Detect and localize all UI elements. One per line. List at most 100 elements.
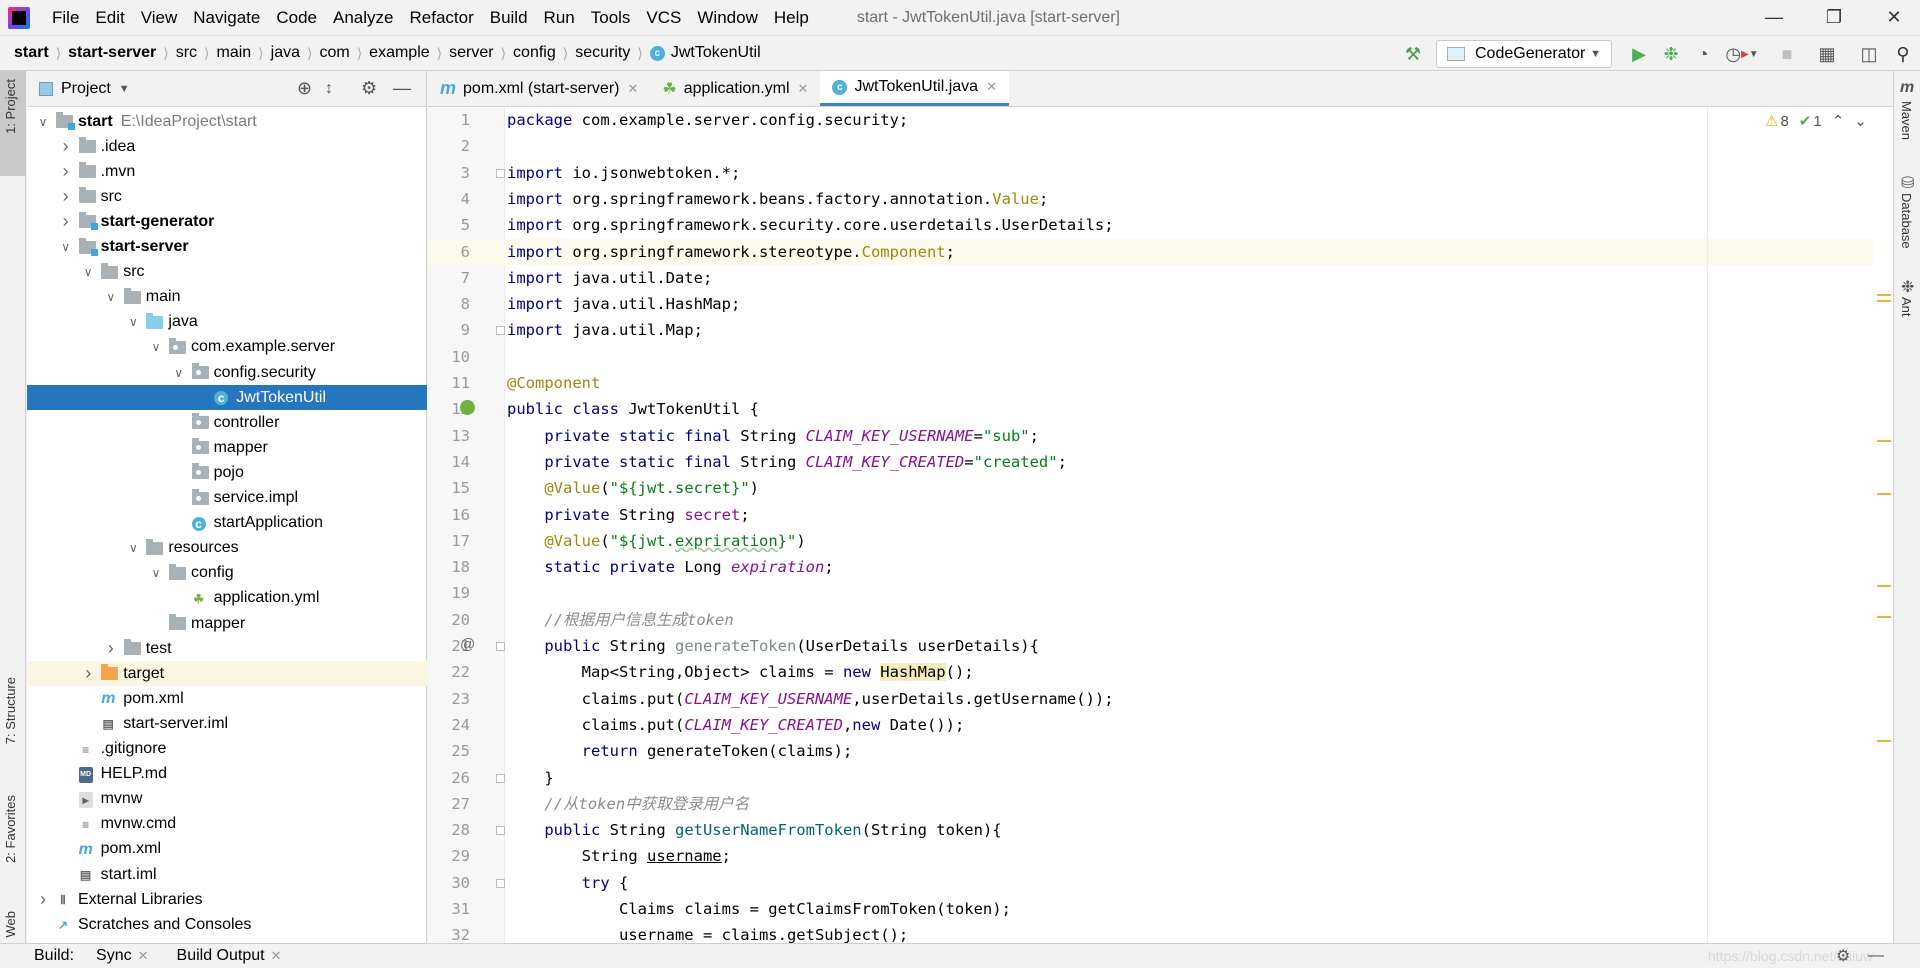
chevron-down-icon[interactable]: ∨ — [127, 541, 139, 555]
breadcrumb-item[interactable]: example ⟩ — [369, 44, 449, 62]
code-line[interactable]: 16 private String secret; — [428, 502, 1874, 528]
close-tab-icon[interactable]: ✕ — [627, 81, 638, 97]
tab-pom-xml[interactable]: m pom.xml (start-server) ✕ — [428, 71, 650, 106]
chevron-right-icon[interactable]: › — [82, 663, 94, 684]
code-line[interactable]: 8 import java.util.HashMap; — [428, 291, 1874, 317]
chevron-right-icon[interactable]: › — [60, 136, 72, 157]
build-hammer-icon[interactable]: ⚒ — [1400, 41, 1426, 67]
code-line[interactable]: 17 @Value("${jwt.expriration}") — [428, 528, 1874, 554]
tree-item[interactable]: c startApplication — [27, 511, 427, 536]
tree-item[interactable]: c JwtTokenUtil — [27, 385, 427, 411]
tab-application-yml[interactable]: ☘ application.yml ✕ — [650, 71, 820, 106]
tree-item[interactable]: ∨ resources — [27, 536, 427, 561]
menu-refactor[interactable]: Refactor — [401, 8, 481, 28]
tree-item[interactable]: pojo — [27, 460, 427, 485]
tree-item[interactable]: › .idea — [27, 134, 427, 159]
menu-edit[interactable]: Edit — [87, 8, 132, 28]
code-line[interactable]: 13 private static final String CLAIM_KEY… — [428, 423, 1874, 449]
chevron-down-icon[interactable]: ∨ — [150, 340, 162, 354]
minimize-button[interactable]: — — [1744, 0, 1804, 35]
chevron-down-icon[interactable]: ∨ — [105, 290, 117, 304]
project-tool-label[interactable]: 1: Project — [3, 79, 18, 134]
chevron-down-icon[interactable]: ∨ — [127, 315, 139, 329]
code-line[interactable]: 24 claims.put(CLAIM_KEY_CREATED,new Date… — [428, 712, 1874, 738]
warning-stripe-mark[interactable] — [1877, 493, 1891, 495]
database-tool-label[interactable]: Database — [1899, 193, 1914, 249]
tree-item[interactable]: ∨ config.security — [27, 360, 427, 385]
run-configuration-select[interactable]: CodeGenerator ▼ — [1436, 40, 1612, 68]
breadcrumb-item[interactable]: src ⟩ — [176, 44, 217, 62]
tree-item[interactable]: › .mvn — [27, 159, 427, 184]
chevron-down-icon[interactable]: ∨ — [37, 115, 49, 129]
code-line[interactable]: 2 — [428, 133, 1874, 159]
code-line[interactable]: 26 } — [428, 765, 1874, 791]
fold-marker-icon[interactable] — [496, 642, 505, 651]
tree-item[interactable]: ▸ mvnw — [27, 787, 427, 812]
debug-bug-icon[interactable]: ❉ — [1658, 41, 1684, 67]
code-line[interactable]: 20 //根据用户信息生成token — [428, 607, 1874, 633]
gear-icon[interactable]: ⚙ — [1836, 946, 1850, 966]
code-line[interactable]: 22 Map<String,Object> claims = new HashM… — [428, 659, 1874, 685]
previous-highlight-icon[interactable]: ⌃ — [1832, 112, 1845, 130]
code-line[interactable]: 11 @Component — [428, 370, 1874, 396]
chevron-right-icon[interactable]: › — [60, 211, 72, 232]
code-line[interactable]: 18 static private Long expiration; — [428, 554, 1874, 580]
menu-run[interactable]: Run — [536, 8, 583, 28]
tree-item[interactable]: MD HELP.md — [27, 762, 427, 787]
stop-icon[interactable]: ■ — [1774, 41, 1800, 67]
ant-tool-label[interactable]: Ant — [1899, 297, 1914, 317]
tree-item[interactable]: mapper — [27, 611, 427, 636]
warning-stripe-mark[interactable] — [1877, 300, 1891, 302]
tree-item[interactable]: ▤ start.iml — [27, 862, 427, 887]
run-with-coverage-icon[interactable]: ◔ — [1690, 41, 1716, 67]
run-icon[interactable]: ▶ — [1626, 41, 1652, 67]
breadcrumb-item[interactable]: config ⟩ — [513, 44, 575, 62]
code-line[interactable]: 14 private static final String CLAIM_KEY… — [428, 449, 1874, 475]
code-line[interactable]: 32 username = claims.getSubject(); — [428, 922, 1874, 943]
tree-item[interactable]: mapper — [27, 435, 427, 460]
fold-marker-icon[interactable] — [496, 326, 505, 336]
close-tab-icon[interactable]: ✕ — [798, 81, 809, 97]
web-tool-label[interactable]: Web — [3, 911, 18, 938]
close-button[interactable]: ✕ — [1864, 0, 1920, 35]
chevron-right-icon[interactable]: › — [105, 638, 117, 659]
menu-file[interactable]: File — [44, 8, 87, 28]
code-line[interactable]: 1 package com.example.server.config.secur… — [428, 107, 1874, 133]
collapse-all-icon[interactable]: ↕ — [325, 80, 333, 98]
favorites-tool-label[interactable]: 2: Favorites — [3, 795, 18, 863]
menu-tools[interactable]: Tools — [583, 8, 639, 28]
tree-item[interactable]: ∨ java — [27, 310, 427, 335]
close-icon[interactable]: ✕ — [271, 948, 282, 964]
code-line[interactable]: 21 public String generateToken(UserDetai… — [428, 633, 1874, 659]
menu-analyze[interactable]: Analyze — [325, 8, 401, 28]
tab-build-output[interactable]: Build Output — [177, 947, 265, 965]
warning-stripe-mark[interactable] — [1877, 616, 1891, 618]
code-line[interactable]: 31 Claims claims = getClaimsFromToken(to… — [428, 896, 1874, 922]
breadcrumb-item[interactable]: c JwtTokenUtil — [649, 44, 761, 62]
breadcrumb-item[interactable]: server ⟩ — [449, 44, 513, 62]
warning-stripe-mark[interactable] — [1877, 294, 1891, 296]
chevron-right-icon[interactable]: › — [60, 161, 72, 182]
tree-item[interactable]: ↗ Scratches and Consoles — [27, 912, 427, 937]
chevron-right-icon[interactable]: › — [37, 889, 49, 910]
tree-item[interactable]: ∨ start E:\IdeaProject\start — [27, 109, 427, 134]
tree-item[interactable]: ≡ .gitignore — [27, 737, 427, 762]
chevron-down-icon[interactable]: ▼ — [119, 83, 130, 95]
code-line[interactable]: 28 public String getUserNameFromToken(St… — [428, 817, 1874, 843]
warning-stripe-mark[interactable] — [1877, 440, 1891, 442]
inspection-widget[interactable]: ⚠ 8 ✔ 1 ⌃ ⌄ — [1765, 112, 1867, 131]
search-icon[interactable]: ⚲ — [1890, 41, 1916, 67]
error-stripe[interactable] — [1874, 107, 1893, 943]
code-line[interactable]: 15 @Value("${jwt.secret}") — [428, 475, 1874, 501]
tree-item[interactable]: ∨ com.example.server — [27, 335, 427, 360]
tab-jwttokenutil-java[interactable]: c JwtTokenUtil.java ✕ — [820, 71, 1009, 106]
code-editor[interactable]: 1 package com.example.server.config.secur… — [428, 107, 1874, 943]
gear-icon[interactable]: ⚙ — [361, 78, 377, 99]
tree-item[interactable]: ▤ start-server.iml — [27, 711, 427, 736]
tree-item[interactable]: › src — [27, 184, 427, 209]
menu-help[interactable]: Help — [766, 8, 817, 28]
next-highlight-icon[interactable]: ⌄ — [1854, 112, 1867, 130]
tree-item[interactable]: › start-generator — [27, 209, 427, 234]
code-line[interactable]: 30 try { — [428, 870, 1874, 896]
tree-item[interactable]: ∨ start-server — [27, 235, 427, 260]
